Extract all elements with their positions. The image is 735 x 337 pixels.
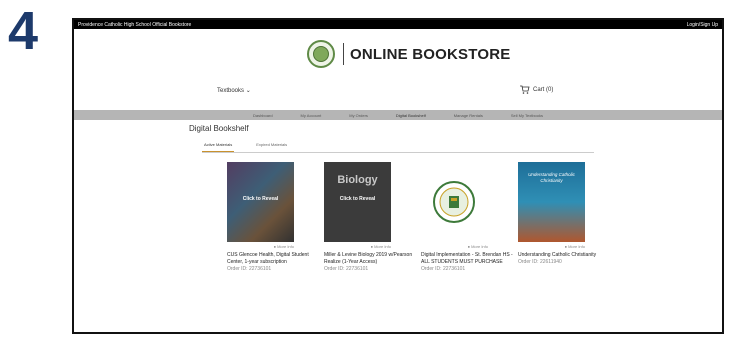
nav-dashboard[interactable]: Dashboard: [253, 113, 273, 118]
step-number: 4: [8, 1, 39, 61]
login-link[interactable]: Login/Sign Up: [687, 22, 718, 28]
book-cover[interactable]: [421, 162, 488, 242]
order-id: Order ID: 22611940: [518, 259, 562, 265]
click-to-reveal[interactable]: Click to Reveal: [324, 196, 391, 202]
more-info-label: More Info: [471, 244, 488, 249]
more-info-link[interactable]: ● More Info: [518, 244, 585, 249]
nav-my-orders[interactable]: My Orders: [349, 113, 368, 118]
nav-digital-bookshelf[interactable]: Digital Bookshelf: [396, 113, 426, 118]
book-cover[interactable]: Biology Click to Reveal: [324, 162, 391, 242]
book-card: Understanding Catholic Christianity ● Mo…: [518, 162, 613, 266]
book-cover[interactable]: Click to Reveal: [227, 162, 294, 242]
book-title: Miller & Levine Biology 2019 w/Pearson R…: [324, 252, 413, 265]
more-info-link[interactable]: ● More Info: [324, 244, 391, 249]
nav-manage-rentals[interactable]: Manage Rentals: [454, 113, 483, 118]
school-seal-icon: [307, 40, 335, 68]
more-info-link[interactable]: ● More Info: [227, 244, 294, 249]
more-info-link[interactable]: ● More Info: [421, 244, 488, 249]
nav-sell-textbooks[interactable]: Sell My Textbooks: [511, 113, 543, 118]
cover-title: Biology: [337, 174, 378, 186]
book-card: ● More Info Digital Implementation - St.…: [421, 162, 516, 273]
more-info-label: More Info: [374, 244, 391, 249]
textbooks-dropdown[interactable]: Textbooks ⌄: [217, 87, 251, 94]
browser-window: Providence Catholic High School Official…: [72, 18, 724, 334]
account-nav: Dashboard My Account My Orders Digital B…: [74, 110, 722, 120]
book-title: CUS Glencoe Health, Digital Student Cent…: [227, 252, 309, 265]
textbooks-label: Textbooks: [217, 88, 245, 94]
order-id: Order ID: 22736101: [227, 266, 272, 272]
book-title: Digital Implementation - St. Brendan HS …: [421, 252, 513, 265]
top-bar: Providence Catholic High School Official…: [74, 20, 722, 29]
page-title: Digital Bookshelf: [189, 124, 249, 133]
book-cover[interactable]: Understanding Catholic Christianity: [518, 162, 585, 242]
tab-expired-materials[interactable]: Expired Materials: [254, 142, 289, 152]
material-tabs: Active Materials Expired Materials: [202, 142, 594, 153]
more-info-label: More Info: [277, 244, 294, 249]
st-brendan-seal-icon: [433, 181, 475, 223]
order-id: Order ID: 22736101: [324, 266, 369, 272]
chevron-down-icon: ⌄: [245, 88, 251, 94]
school-name: Providence Catholic High School Official…: [78, 21, 192, 28]
book-card: Click to Reveal ● More Info CUS Glencoe …: [227, 162, 322, 273]
cart-label: Cart (0): [533, 86, 554, 93]
tab-active-materials[interactable]: Active Materials: [202, 142, 235, 152]
cart-button[interactable]: Cart (0): [520, 85, 553, 94]
book-title: Understanding Catholic Christianity: [518, 252, 597, 258]
cover-title: Understanding Catholic Christianity: [528, 172, 575, 183]
logo-divider: [343, 43, 344, 65]
cart-icon: [520, 85, 530, 94]
nav-my-account[interactable]: My Account: [301, 113, 322, 118]
logo[interactable]: ONLINE BOOKSTORE: [307, 40, 510, 68]
book-card: Biology Click to Reveal ● More Info Mill…: [324, 162, 419, 273]
site-header: ONLINE BOOKSTORE Textbooks ⌄ Cart (0): [74, 29, 722, 97]
click-to-reveal[interactable]: Click to Reveal: [227, 196, 294, 202]
more-info-label: More Info: [568, 244, 585, 249]
order-id: Order ID: 22736101: [421, 266, 466, 272]
logo-text: ONLINE BOOKSTORE: [350, 45, 511, 63]
